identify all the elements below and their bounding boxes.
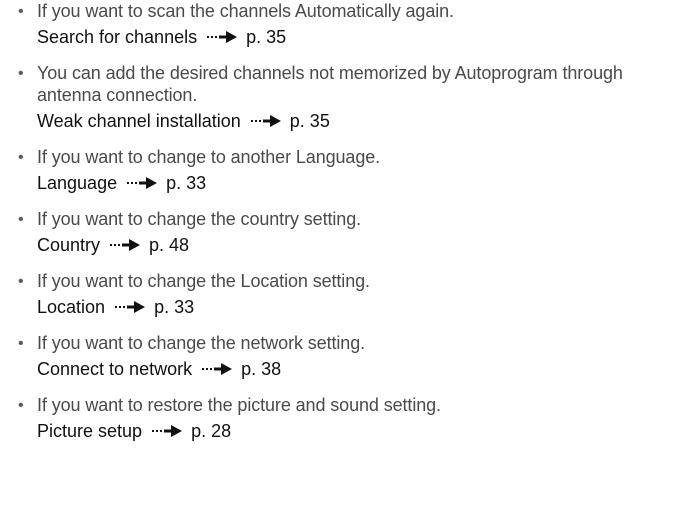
page-reference: Connect to network p. 38: [37, 358, 678, 380]
reference-label: Search for channels: [37, 27, 198, 47]
page-reference: Language p. 33: [37, 172, 678, 194]
list-item: • If you want to change the country sett…: [18, 208, 678, 256]
page-reference: Location p. 33: [37, 296, 678, 318]
bullet-icon: •: [18, 149, 24, 166]
item-description: You can add the desired channels not mem…: [37, 63, 623, 105]
item-description: If you want to change the country settin…: [37, 209, 362, 229]
list-item: • If you want to change the Location set…: [18, 270, 678, 318]
right-arrow-icon: [110, 239, 141, 251]
item-description: If you want to change the Location setti…: [37, 271, 370, 291]
list-item: • You can add the desired channels not m…: [18, 62, 678, 132]
page-number: p. 33: [166, 173, 207, 193]
item-description: If you want to change to another Languag…: [37, 147, 381, 167]
reference-label: Country: [37, 235, 101, 255]
page-number: p. 35: [289, 111, 330, 131]
bullet-icon: •: [18, 335, 24, 352]
bullet-icon: •: [18, 3, 24, 20]
list-item: • If you want to scan the channels Autom…: [18, 0, 678, 48]
page-reference: Country p. 48: [37, 234, 678, 256]
item-description: If you want to change the network settin…: [37, 333, 366, 353]
right-arrow-icon: [127, 177, 158, 189]
bullet-icon: •: [18, 211, 24, 228]
item-description: If you want to restore the picture and s…: [37, 395, 441, 415]
reference-label: Weak channel installation: [37, 111, 241, 131]
right-arrow-icon: [115, 301, 146, 313]
page-number: p. 33: [154, 297, 195, 317]
right-arrow-icon: [152, 425, 183, 437]
list-item: • If you want to restore the picture and…: [18, 394, 678, 442]
page-number: p. 48: [149, 235, 190, 255]
page-reference: Weak channel installation p. 35: [37, 110, 678, 132]
item-description: If you want to scan the channels Automat…: [37, 1, 454, 21]
reference-list: • If you want to scan the channels Autom…: [18, 0, 678, 456]
page-number: p. 28: [191, 421, 232, 441]
reference-label: Connect to network: [37, 359, 193, 379]
right-arrow-icon: [202, 363, 233, 375]
reference-label: Location: [37, 297, 106, 317]
bullet-icon: •: [18, 65, 24, 82]
right-arrow-icon: [207, 31, 238, 43]
page-number: p. 38: [241, 359, 282, 379]
right-arrow-icon: [250, 115, 281, 127]
page-number: p. 35: [246, 27, 287, 47]
bullet-icon: •: [18, 273, 24, 290]
reference-label: Picture setup: [37, 421, 143, 441]
bullet-icon: •: [18, 397, 24, 414]
list-item: • If you want to change to another Langu…: [18, 146, 678, 194]
page-reference: Picture setup p. 28: [37, 420, 678, 442]
list-item: • If you want to change the network sett…: [18, 332, 678, 380]
reference-label: Language: [37, 173, 118, 193]
page-reference: Search for channels p. 35: [37, 26, 678, 48]
